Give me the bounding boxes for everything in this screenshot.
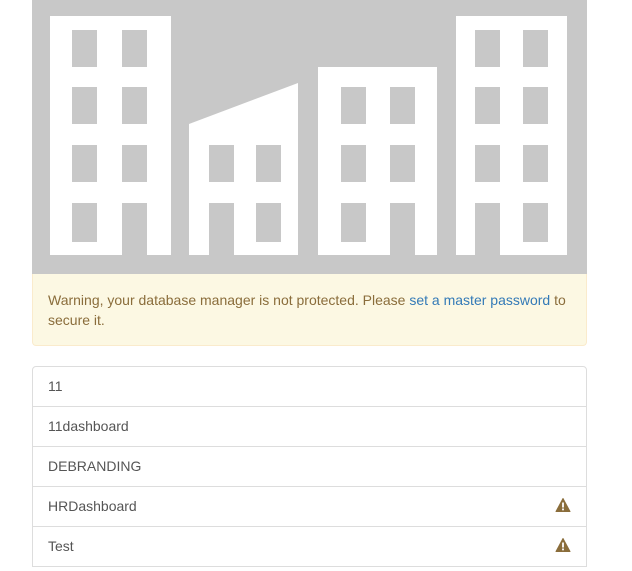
database-name: 11dashboard [48,418,129,434]
database-item-11dashboard[interactable]: 11dashboard [32,406,587,447]
master-password-warning: Warning, your database manager is not pr… [32,274,587,346]
database-selector: Warning, your database manager is not pr… [32,0,587,567]
database-item-test[interactable]: Test [32,526,587,567]
database-name: HRDashboard [48,498,137,514]
database-name: 11 [48,378,63,394]
exclamation-triangle-icon [555,537,571,553]
exclamation-triangle-icon [555,497,571,513]
database-item-debranding[interactable]: DEBRANDING [32,446,587,487]
building-4-icon [456,16,567,255]
warning-text-before: Warning, your database manager is not pr… [48,292,410,308]
database-name: Test [48,538,74,554]
building-1-icon [50,16,171,255]
building-3-icon [318,67,437,255]
database-item-hrdashboard[interactable]: HRDashboard [32,486,587,527]
database-list: 11 11dashboard DEBRANDING HRDashboard Te… [32,366,587,567]
database-item-11[interactable]: 11 [32,366,587,407]
buildings-illustration [32,0,587,274]
set-master-password-link[interactable]: set a master password [409,292,550,308]
database-name: DEBRANDING [48,458,142,474]
